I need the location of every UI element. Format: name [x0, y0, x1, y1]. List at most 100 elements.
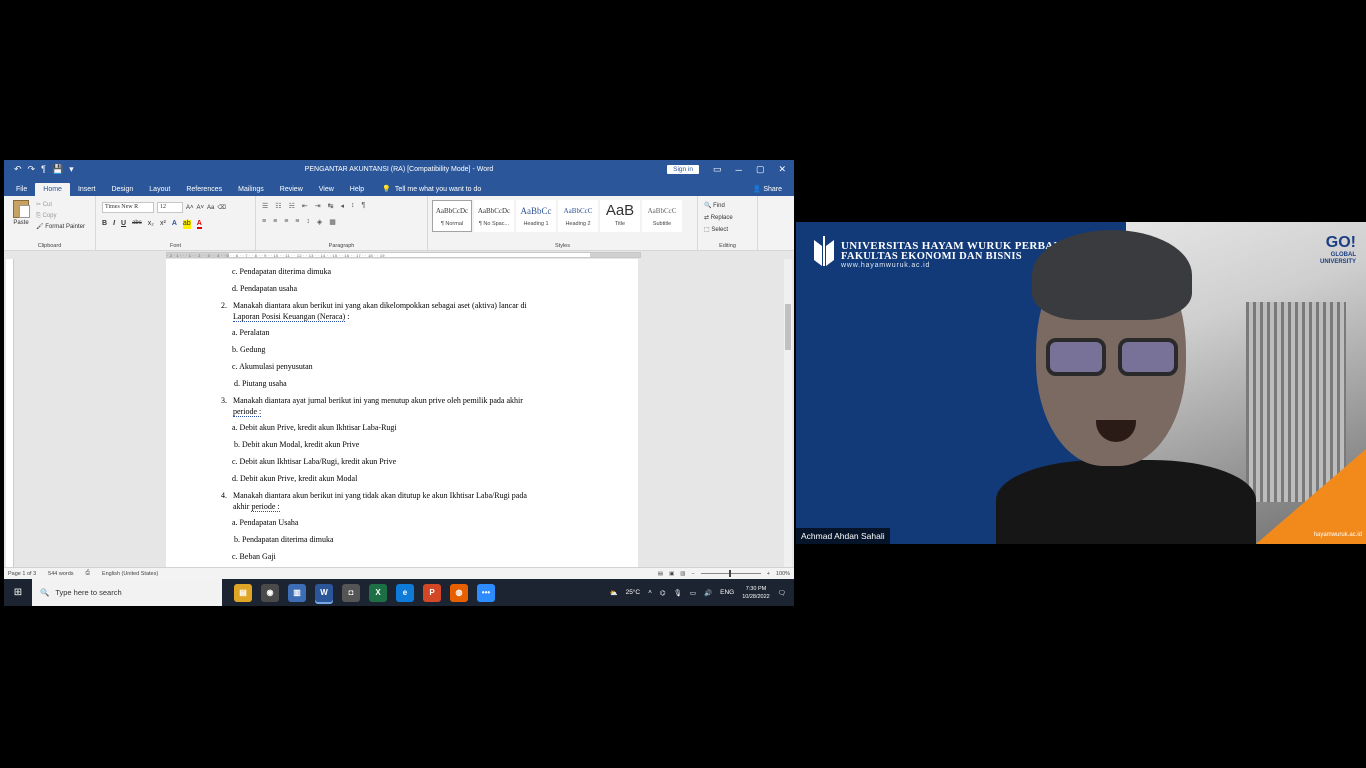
- zoom-slider[interactable]: [700, 570, 761, 577]
- multilevel-list-icon[interactable]: ☵: [289, 202, 295, 210]
- scrollbar-thumb[interactable]: [785, 304, 791, 350]
- undo-icon[interactable]: ↶: [14, 164, 22, 175]
- weather-icon[interactable]: ⛅: [609, 589, 617, 597]
- camera-icon[interactable]: ◘: [342, 583, 360, 602]
- edge-icon[interactable]: e: [396, 583, 414, 602]
- tab-layout[interactable]: Layout: [141, 183, 178, 196]
- network-icon[interactable]: ⌬: [660, 589, 666, 597]
- style-heading-1[interactable]: AaBbCc Heading 1: [516, 200, 556, 232]
- file-explorer-icon[interactable]: ▤: [234, 583, 252, 602]
- font-size-select[interactable]: 12: [157, 202, 183, 213]
- tab-review[interactable]: Review: [272, 183, 311, 196]
- show-marks-icon[interactable]: ¶: [361, 202, 365, 210]
- tell-me-search[interactable]: 💡 Tell me what you want to do: [372, 182, 491, 196]
- proofing-icon[interactable]: ⎙: [86, 570, 90, 577]
- customize-qat-icon[interactable]: ▾: [69, 164, 74, 175]
- justify-icon[interactable]: ≡: [295, 218, 299, 226]
- text-effects-button[interactable]: A: [172, 220, 177, 229]
- style-subtitle[interactable]: AaBbCcC Subtitle: [642, 200, 682, 232]
- excel-icon[interactable]: X: [369, 583, 387, 602]
- word-count[interactable]: 544 words: [48, 571, 73, 577]
- select-button[interactable]: ⬚ Select: [704, 224, 733, 236]
- subscript-button[interactable]: x₂: [148, 220, 154, 229]
- bold-button[interactable]: B: [102, 220, 107, 229]
- ltr-icon[interactable]: ↹: [328, 202, 334, 210]
- sort-icon[interactable]: ↕: [351, 202, 355, 210]
- borders-icon[interactable]: ▦: [329, 218, 336, 226]
- tab-home[interactable]: Home: [35, 183, 70, 196]
- sign-in-button[interactable]: Sign in: [667, 165, 700, 174]
- document-page[interactable]: c. Pendapatan diterima dimuka d. Pendapa…: [166, 259, 638, 567]
- print-layout-icon[interactable]: ▣: [669, 571, 674, 577]
- taskbar-search[interactable]: 🔍 Type here to search: [32, 579, 222, 606]
- web-layout-icon[interactable]: ▥: [680, 571, 685, 577]
- numbering-icon[interactable]: ☷: [275, 202, 281, 210]
- shading-icon[interactable]: ◈: [317, 218, 322, 226]
- battery-icon[interactable]: ▭: [690, 589, 696, 597]
- microphone-icon[interactable]: 🎙: [674, 589, 682, 597]
- chevron-up-icon[interactable]: ˄: [648, 589, 652, 596]
- ribbon-display-icon[interactable]: ▭: [713, 164, 722, 175]
- highlight-button[interactable]: ab: [182, 220, 191, 229]
- grow-font-button[interactable]: A˄: [186, 205, 194, 211]
- pilcrow-icon[interactable]: ¶: [41, 164, 46, 175]
- font-color-button[interactable]: A: [196, 220, 202, 229]
- paste-button[interactable]: Paste: [10, 200, 32, 236]
- share-button[interactable]: 👤 Share: [741, 182, 794, 196]
- line-spacing-icon[interactable]: ↕: [306, 218, 310, 226]
- redo-icon[interactable]: ↷: [28, 164, 36, 175]
- find-button[interactable]: 🔍 Find: [704, 200, 733, 212]
- vertical-ruler[interactable]: [6, 259, 14, 567]
- save-icon[interactable]: 💾: [52, 164, 63, 175]
- increase-indent-icon[interactable]: ⇥: [315, 202, 321, 210]
- style-heading-2[interactable]: AaBbCcC Heading 2: [558, 200, 598, 232]
- weather-temp[interactable]: 25°C: [626, 589, 641, 596]
- replace-button[interactable]: ⇄ Replace: [704, 212, 733, 224]
- superscript-button[interactable]: x²: [160, 220, 166, 229]
- app-icon[interactable]: ◉: [261, 583, 279, 602]
- rtl-icon[interactable]: ◂: [340, 202, 344, 210]
- firefox-icon[interactable]: ◍: [450, 583, 468, 602]
- tab-view[interactable]: View: [311, 183, 342, 196]
- close-icon[interactable]: ✕: [778, 164, 786, 175]
- cut-button[interactable]: ✂ Cut: [36, 200, 85, 211]
- input-language[interactable]: ENG: [720, 589, 734, 596]
- align-left-icon[interactable]: ≡: [262, 218, 266, 226]
- zoom-out-icon[interactable]: −: [691, 571, 694, 577]
- strikethrough-button[interactable]: abc: [132, 220, 142, 229]
- style-title[interactable]: AaB Title: [600, 200, 640, 232]
- decrease-indent-icon[interactable]: ⇤: [302, 202, 308, 210]
- underline-button[interactable]: U: [121, 220, 126, 229]
- tab-file[interactable]: File: [8, 183, 35, 196]
- vertical-scrollbar[interactable]: [784, 259, 792, 567]
- shrink-font-button[interactable]: A˅: [197, 205, 205, 211]
- font-family-select[interactable]: Times New R: [102, 202, 154, 213]
- format-painter-button[interactable]: 🖌 Format Painter: [36, 222, 85, 233]
- clear-formatting-icon[interactable]: ⌫: [217, 204, 225, 211]
- language-status[interactable]: English (United States): [102, 571, 158, 577]
- align-center-icon[interactable]: ≡: [273, 218, 277, 226]
- change-case-button[interactable]: Aa: [207, 205, 214, 211]
- page-count[interactable]: Page 1 of 3: [8, 571, 36, 577]
- zoom-in-icon[interactable]: +: [767, 571, 770, 577]
- italic-button[interactable]: I: [113, 220, 115, 229]
- word-icon[interactable]: W: [315, 583, 333, 602]
- tab-help[interactable]: Help: [342, 183, 372, 196]
- clock[interactable]: 7:30 PM 10/28/2022: [742, 585, 770, 601]
- speaker-icon[interactable]: 🔊: [704, 589, 712, 597]
- zoom-icon[interactable]: •••: [477, 583, 495, 602]
- read-mode-icon[interactable]: ▤: [658, 571, 663, 577]
- tab-mailings[interactable]: Mailings: [230, 183, 272, 196]
- calculator-icon[interactable]: ▥: [288, 583, 306, 602]
- start-button[interactable]: ⊞: [4, 587, 32, 598]
- bullets-icon[interactable]: ☰: [262, 202, 268, 210]
- tab-references[interactable]: References: [178, 183, 230, 196]
- powerpoint-icon[interactable]: P: [423, 583, 441, 602]
- maximize-icon[interactable]: ▢: [756, 164, 765, 175]
- style-no-spacing[interactable]: AaBbCcDc ¶ No Spac...: [474, 200, 514, 232]
- style-normal[interactable]: AaBbCcDc ¶ Normal: [432, 200, 472, 232]
- tab-insert[interactable]: Insert: [70, 183, 104, 196]
- copy-button[interactable]: ⎘ Copy: [36, 211, 85, 222]
- minimize-icon[interactable]: ─: [736, 165, 742, 175]
- notifications-icon[interactable]: 🗨: [778, 589, 786, 597]
